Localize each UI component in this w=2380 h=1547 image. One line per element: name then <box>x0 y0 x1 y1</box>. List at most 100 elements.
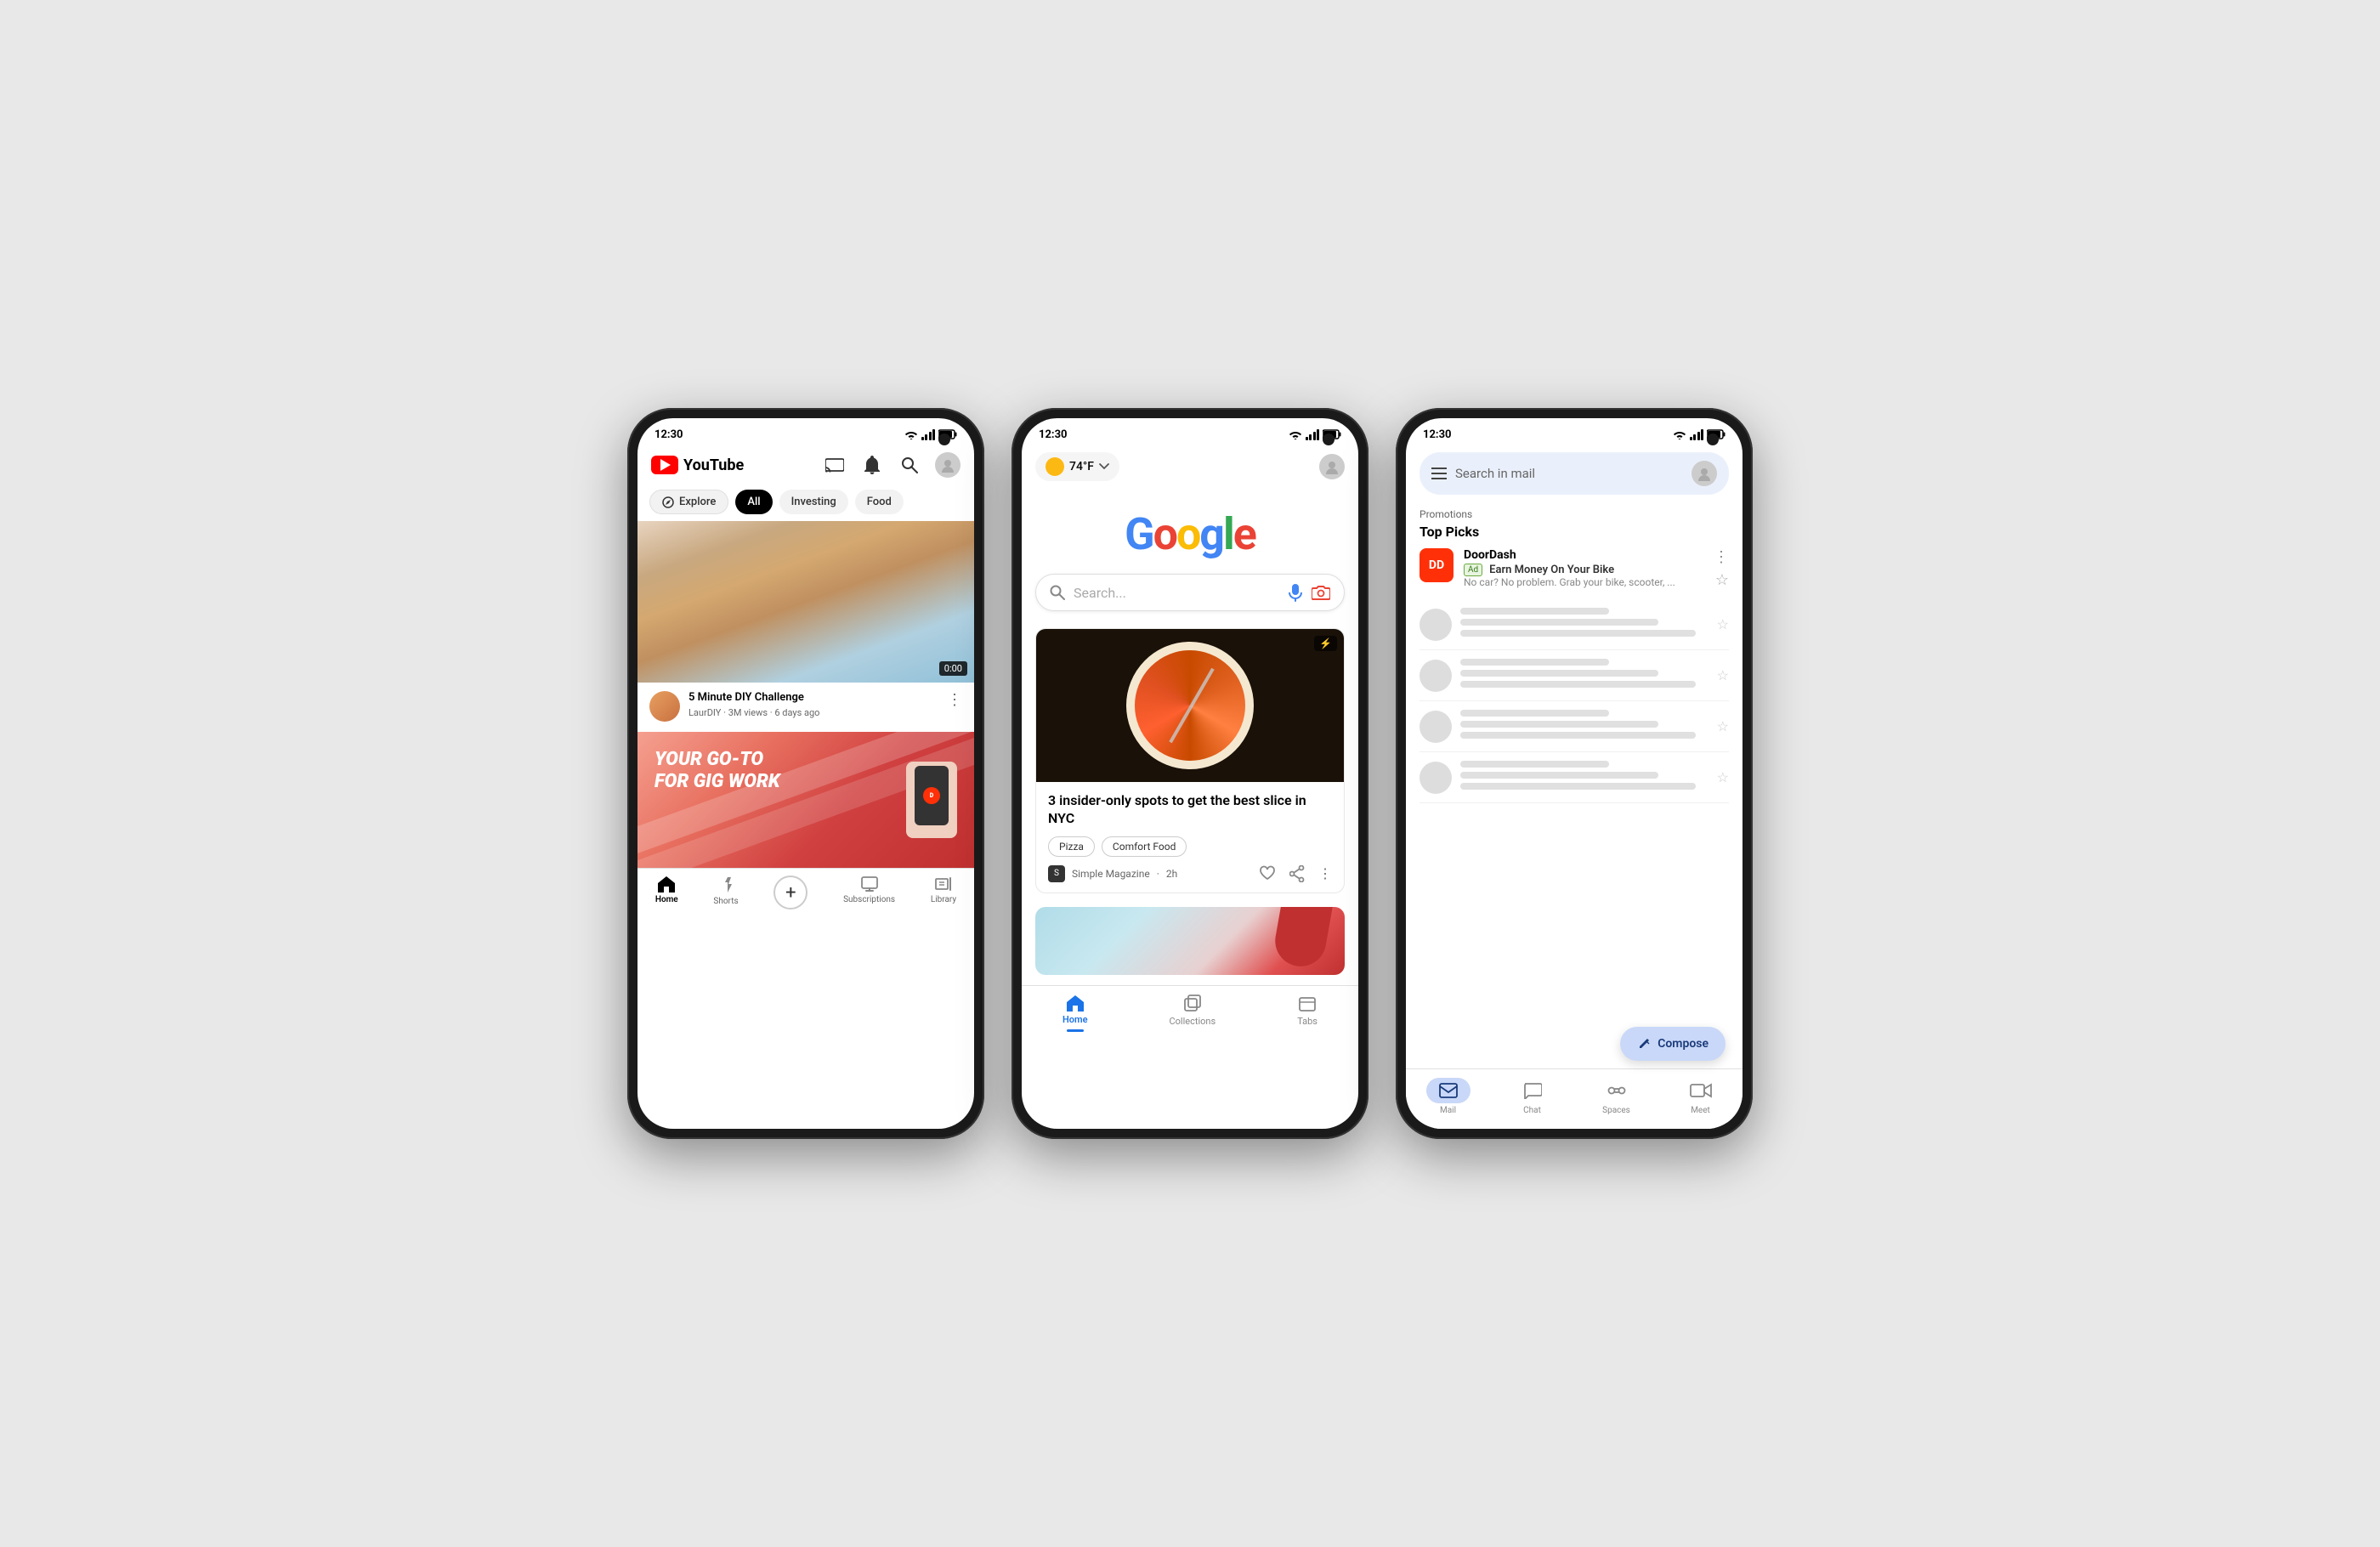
search-button[interactable] <box>898 453 921 477</box>
camera-notch <box>938 434 950 445</box>
star-3[interactable]: ☆ <box>1717 718 1729 734</box>
email-line-sender-1 <box>1460 608 1609 615</box>
article-time: 2h <box>1166 868 1177 880</box>
google-phone: 12:30 <box>1012 408 1368 1139</box>
share-icon[interactable] <box>1289 865 1305 882</box>
google-header: 74°F <box>1022 445 1358 488</box>
cast-button[interactable] <box>823 453 847 477</box>
ad-line1: YOUR GO-TO <box>654 749 780 771</box>
google-account-avatar[interactable] <box>1319 454 1345 479</box>
ad-badge: Ad <box>1464 564 1482 576</box>
hamburger-icon[interactable] <box>1431 468 1447 479</box>
chat-icon <box>1523 1082 1542 1099</box>
chip-explore[interactable]: Explore <box>649 490 728 514</box>
email-list-item-1[interactable]: ☆ <box>1420 599 1729 650</box>
star-1[interactable]: ☆ <box>1717 616 1729 632</box>
more-options-1[interactable]: ⋮ <box>947 691 962 709</box>
chip-food[interactable]: Food <box>855 490 904 514</box>
nav-label-library: Library <box>931 895 956 904</box>
more-icon-article[interactable]: ⋮ <box>1318 865 1332 882</box>
google-letter-l: l <box>1223 508 1233 560</box>
article-footer: S Simple Magazine · 2h ⋮ <box>1048 865 1332 882</box>
video-card-1: 0:00 5 Minute DIY Challenge LaurDIY · 3M… <box>638 521 974 730</box>
notifications-button[interactable] <box>860 453 884 477</box>
gmail-section-title: Top Picks <box>1420 524 1729 540</box>
video-info-1: 5 Minute DIY Challenge LaurDIY · 3M view… <box>688 691 938 718</box>
article-source: S Simple Magazine · 2h <box>1048 865 1177 882</box>
spaces-icon-wrap <box>1595 1078 1639 1103</box>
video-thumbnail-1[interactable]: 0:00 <box>638 521 974 683</box>
google-search-bar[interactable]: Search... <box>1035 574 1345 611</box>
edit-icon <box>1637 1037 1651 1051</box>
email-line-subject-4 <box>1460 772 1658 779</box>
status-bar-gm: 12:30 <box>1406 418 1742 445</box>
mic-icon-g[interactable] <box>1288 583 1303 602</box>
chip-all-label: All <box>747 496 760 508</box>
meet-icon-wrap <box>1679 1078 1723 1103</box>
ad-banner[interactable]: YOUR GO-TO FOR GIG WORK D <box>638 732 974 868</box>
camera-icon-g[interactable] <box>1312 585 1330 600</box>
camera-notch-g <box>1323 434 1334 445</box>
gmail-content: Promotions Top Picks DD DoorDash Ad Earn… <box>1406 502 1742 1068</box>
email-item-doordash[interactable]: DD DoorDash Ad Earn Money On Your Bike N… <box>1420 548 1729 589</box>
yt-logo: YouTube <box>651 456 744 474</box>
google-bottom-nav: Home Collections Tabs <box>1022 985 1358 1046</box>
gmail-phone: 12:30 <box>1396 408 1753 1139</box>
gmail-nav-meet[interactable]: Meet <box>1679 1078 1723 1115</box>
nav-item-shorts[interactable]: Shorts <box>713 876 738 910</box>
signal-icon-yt <box>921 428 936 440</box>
email-lines-3 <box>1460 710 1708 743</box>
compose-button[interactable]: Compose <box>1620 1027 1726 1061</box>
phone-screen-ad: D <box>915 766 949 825</box>
gmail-account-avatar[interactable] <box>1692 461 1717 486</box>
email-line-sender-2 <box>1460 659 1609 666</box>
gmail-nav-mail[interactable]: Mail <box>1426 1078 1470 1115</box>
email-line-sender-3 <box>1460 710 1609 717</box>
chip-food-label: Food <box>867 496 892 508</box>
nav-item-home[interactable]: Home <box>655 876 678 910</box>
gmail-nav-spaces[interactable]: Spaces <box>1595 1078 1639 1115</box>
star-4[interactable]: ☆ <box>1717 769 1729 785</box>
email-list-item-3[interactable]: ☆ <box>1420 701 1729 752</box>
wifi-icon-gm <box>1673 429 1686 439</box>
collections-icon-wrap <box>1183 994 1202 1013</box>
ad-badge-label: Ad <box>1468 565 1478 575</box>
star-doordash[interactable]: ☆ <box>1715 571 1729 589</box>
weather-chip[interactable]: 74°F <box>1035 452 1119 481</box>
tag-pizza[interactable]: Pizza <box>1048 836 1095 857</box>
g-nav-tabs[interactable]: Tabs <box>1297 994 1318 1032</box>
email-subject-doordash: Earn Money On Your Bike <box>1489 564 1614 576</box>
home-nav-underline <box>1067 1029 1084 1032</box>
gmail-nav-chat[interactable]: Chat <box>1510 1078 1555 1115</box>
nav-item-library[interactable]: Library <box>931 876 956 910</box>
account-avatar[interactable] <box>935 452 960 478</box>
email-avatar-4 <box>1420 762 1452 794</box>
more-options-doordash[interactable]: ⋮ <box>1714 548 1729 566</box>
g-nav-home[interactable]: Home <box>1062 994 1088 1032</box>
star-2[interactable]: ☆ <box>1717 667 1729 683</box>
article-preview-2[interactable] <box>1035 907 1345 975</box>
video-title-1: 5 Minute DIY Challenge <box>688 691 938 706</box>
email-list-item-2[interactable]: ☆ <box>1420 650 1729 701</box>
add-button[interactable]: + <box>774 876 808 910</box>
like-icon[interactable] <box>1259 865 1276 882</box>
chip-investing[interactable]: Investing <box>779 490 848 514</box>
google-letter-G: G <box>1125 508 1153 560</box>
email-list-item-4[interactable]: ☆ <box>1420 752 1729 803</box>
home-icon <box>657 876 676 892</box>
preview-shape <box>1272 907 1334 971</box>
article-title-1: 3 insider-only spots to get the best sli… <box>1048 792 1332 828</box>
chip-investing-label: Investing <box>791 496 836 508</box>
mail-icon <box>1439 1083 1458 1098</box>
search-icon-g <box>1050 585 1065 600</box>
article-image-1[interactable]: ⚡ <box>1036 629 1344 782</box>
nav-item-add[interactable]: + <box>774 876 808 910</box>
tag-comfort-food[interactable]: Comfort Food <box>1102 836 1187 857</box>
chip-all[interactable]: All <box>735 490 772 514</box>
nav-label-home: Home <box>655 895 678 904</box>
tabs-icon <box>1298 994 1317 1013</box>
g-nav-collections[interactable]: Collections <box>1170 994 1216 1032</box>
tabs-icon-wrap <box>1298 994 1317 1013</box>
gmail-search-bar[interactable]: Search in mail <box>1420 452 1729 495</box>
nav-item-subscriptions[interactable]: Subscriptions <box>843 876 895 910</box>
